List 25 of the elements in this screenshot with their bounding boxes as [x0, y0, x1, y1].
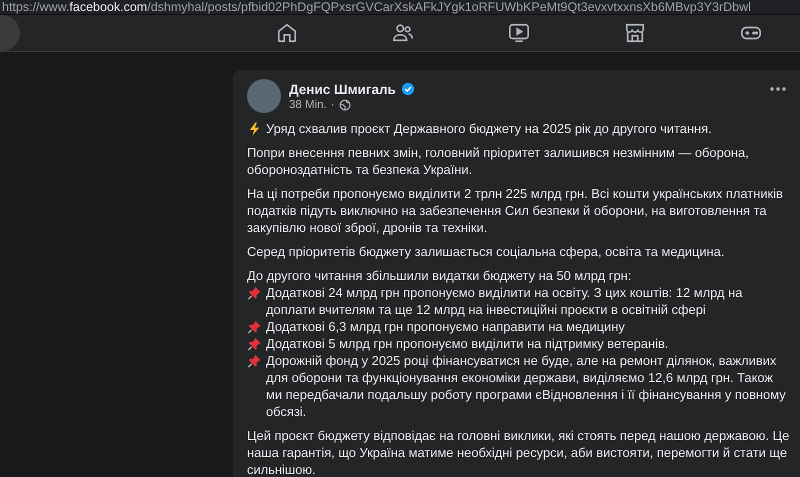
- avatar[interactable]: [247, 79, 281, 113]
- home-icon[interactable]: [276, 22, 298, 44]
- pushpin-icon: [247, 285, 262, 301]
- author-name[interactable]: Денис Шмигаль: [289, 82, 396, 96]
- pushpin-icon: [247, 353, 262, 369]
- store-icon[interactable]: [624, 22, 646, 44]
- post-text: Серед пріоритетів бюджету залишається соціальна сфера, освіта та медицина.: [247, 243, 726, 260]
- post-text: Цей проєкт бюджету відповідає на головні виклики, які стоять перед нашою державою. Це наша гарантія, що Україна матиме необхідні ресурси, аби вистояти, перемогти й стати ще сильнішою.: [247, 427, 790, 477]
- post-text: Дорожній фонд у 2025 році фінансуватися не буде, але на ремонт ділянок, важливих для оборони та функціонування економіки держави, виділяємо 12,6 млрд грн. Також ми передбачали подальшу роботу програми єВідновлення і її фінансування у повному обсязі.: [266, 352, 787, 420]
- pushpin-icon: [247, 336, 262, 352]
- post-text: Додаткові 24 млрд грн пропонуємо виділити на освіту. З цих коштів: 12 млрд на доплати вчителям та ще 12 млрд на інвестиційні проєкти в освітній сфері: [266, 284, 744, 318]
- post-text: На ці потреби пропонуємо виділити 2 трлн 225 млрд грн. Всі кошти українських платників податків підуть виключно на забезпечення Сил безпеки й оборони, на виготовлення та закупівлю нової зброї, дронів та техніки.: [247, 185, 784, 236]
- lightning-icon: [247, 121, 262, 137]
- post-text: Попри внесення певних змін, головний пріоритет залишився незмінним — оборона, обороноздатність та безпека України.: [247, 144, 750, 178]
- friends-icon[interactable]: [392, 22, 414, 44]
- post-text: Уряд схвалив проєкт Державного бюджету на 2025 рік до другого читання.: [266, 120, 713, 137]
- post-text: До другого читання збільшили видатки бюджету на 50 млрд грн:: [247, 267, 632, 284]
- post-text: Додаткові 6,3 млрд грн пропонуємо направити на медицину: [266, 318, 626, 335]
- post-text: Додаткові 5 млрд грн пропонуємо виділити на підтримку ветеранів.: [266, 335, 670, 352]
- video-icon[interactable]: [508, 22, 530, 44]
- more-options-icon[interactable]: [770, 87, 786, 91]
- globe-icon: [338, 98, 351, 110]
- post-time[interactable]: 38 Min.: [289, 98, 327, 110]
- separator-dot: ·: [330, 98, 335, 110]
- pushpin-icon: [247, 319, 262, 335]
